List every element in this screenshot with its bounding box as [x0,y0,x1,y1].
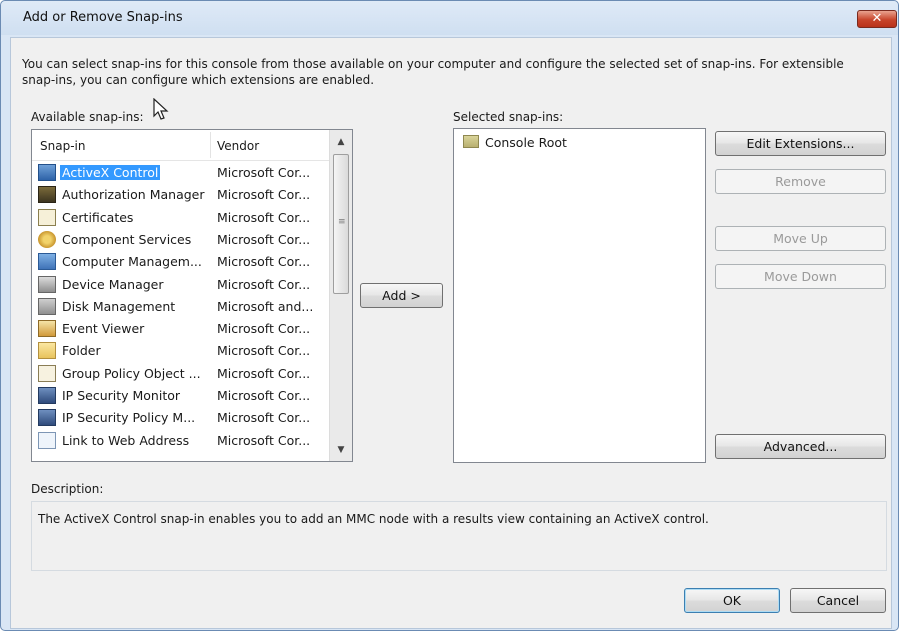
snapin-name: Device Manager [62,276,164,292]
snapin-vendor: Microsoft Cor... [217,254,311,270]
scroll-down-arrow-icon[interactable]: ▼ [330,440,352,460]
ip-security-monitor-icon [38,387,56,404]
scrollbar-thumb[interactable]: ≡ [333,154,349,294]
move-up-button[interactable]: Move Up [715,226,886,251]
grip-icon: ≡ [338,217,346,227]
computer-management-icon [38,253,56,271]
snapin-name: IP Security Monitor [62,388,181,403]
snapin-vendor: Microsoft Cor... [217,276,311,292]
list-item[interactable]: Component Services Microsoft Cor... [32,228,330,250]
snapin-name: Computer Managem... [62,254,202,270]
snapin-vendor: Microsoft Cor... [217,231,311,247]
snapin-vendor: Microsoft Cor... [217,187,311,203]
list-item[interactable]: Event Viewer Microsoft Cor... [32,317,330,339]
disk-management-icon [38,297,56,315]
snapin-vendor: Microsoft Cor... [217,343,311,359]
snapin-vendor: Microsoft Cor... [217,432,311,448]
snapin-name: Disk Management [62,298,176,314]
snapin-vendor: Microsoft Cor... [217,365,311,381]
snapin-name: Event Viewer [62,321,145,337]
folder-icon [38,342,56,360]
snapin-name: Component Services [62,231,192,247]
certificates-icon [38,208,56,226]
column-header-snapin[interactable]: Snap-in [40,139,85,153]
list-item[interactable]: Group Policy Object ... Microsoft Cor... [32,362,330,384]
activex-icon [38,164,56,181]
snapin-name: IP Security Policy M... [62,410,196,426]
description-box: The ActiveX Control snap-in enables you … [31,501,887,571]
add-button[interactable]: Add > [360,283,443,308]
list-item[interactable]: ActiveX Control Microsoft Cor... [32,161,330,183]
snapin-name: Link to Web Address [62,432,190,448]
group-policy-icon [38,364,56,382]
list-item[interactable]: Link to Web Address Microsoft Cor... [32,429,330,451]
snapin-vendor: Microsoft Cor... [217,165,311,180]
event-viewer-icon [38,320,56,338]
title-bar[interactable]: Add or Remove Snap-ins ✕ [1,1,898,35]
snapin-name: Authorization Manager [62,187,205,203]
link-web-address-icon [38,431,56,449]
selected-snapins-label: Selected snap-ins: [453,110,564,124]
component-services-icon [38,230,56,248]
snapin-name: ActiveX Control [60,165,161,180]
move-down-button[interactable]: Move Down [715,264,886,289]
vertical-scrollbar[interactable]: ▲ ≡ ▼ [329,130,352,461]
column-header-vendor[interactable]: Vendor [217,139,259,153]
snapin-vendor: Microsoft Cor... [217,209,311,225]
edit-extensions-button[interactable]: Edit Extensions... [715,131,886,156]
list-header: Snap-in Vendor [32,130,330,161]
remove-button[interactable]: Remove [715,169,886,194]
device-manager-icon [38,275,56,293]
close-icon[interactable]: ✕ [872,11,883,26]
snapin-vendor: Microsoft Cor... [217,321,311,337]
mouse-cursor-icon [153,98,169,120]
list-item[interactable]: Folder Microsoft Cor... [32,339,330,361]
scroll-up-arrow-icon[interactable]: ▲ [330,132,352,152]
folder-icon [463,135,479,148]
selected-item-console-root[interactable]: Console Root [485,135,567,150]
description-label: Description: [31,482,104,496]
list-item[interactable]: Certificates Microsoft Cor... [32,206,330,228]
available-snapins-label: Available snap-ins: [31,110,144,124]
intro-text: You can select snap-ins for this console… [22,57,844,87]
authorization-manager-icon [38,186,56,204]
ok-button[interactable]: OK [684,588,780,613]
selected-snapins-list[interactable]: Console Root [453,128,706,463]
snapin-name: Group Policy Object ... [62,365,201,381]
snapin-vendor: Microsoft Cor... [217,388,311,403]
snapin-name: Folder [62,343,101,359]
advanced-button[interactable]: Advanced... [715,434,886,459]
list-item[interactable]: Disk Management Microsoft and... [32,295,330,317]
ip-security-policy-icon [38,409,56,427]
cancel-button[interactable]: Cancel [790,588,886,613]
list-item[interactable]: Authorization Manager Microsoft Cor... [32,183,330,205]
dialog-title: Add or Remove Snap-ins [23,10,183,25]
list-item[interactable]: Device Manager Microsoft Cor... [32,273,330,295]
available-snapins-list[interactable]: Snap-in Vendor ActiveX Control Microsoft … [31,129,353,462]
list-item[interactable]: Computer Managem... Microsoft Cor... [32,250,330,272]
snapin-name: Certificates [62,209,134,225]
list-item[interactable]: IP Security Monitor Microsoft Cor... [32,384,330,406]
list-item[interactable]: IP Security Policy M... Microsoft Cor... [32,406,330,428]
snapin-vendor: Microsoft Cor... [217,410,311,426]
close-button[interactable]: ✕ [857,10,897,28]
snapin-vendor: Microsoft and... [217,298,314,314]
description-text: The ActiveX Control snap-in enables you … [38,512,709,526]
column-divider[interactable] [210,132,211,158]
